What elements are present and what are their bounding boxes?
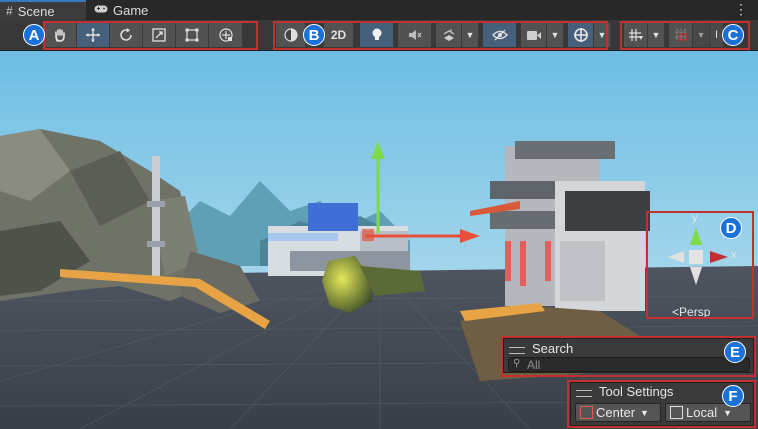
tab-game[interactable]: Game: [94, 0, 148, 20]
gizmos-dropdown[interactable]: ▼: [594, 23, 611, 47]
increment-snap-dropdown[interactable]: ▼: [693, 23, 710, 47]
scene-toolbar: 2D ▼ ▼ ▼ ▼ ▼ I: [0, 20, 758, 51]
gizmos-icon[interactable]: [568, 23, 594, 47]
callout-badge-b: B: [303, 24, 325, 46]
camera-icon[interactable]: [521, 23, 547, 47]
rect-icon[interactable]: [176, 23, 209, 47]
search-overlay: Search ⚲ All: [503, 338, 754, 373]
move-icon[interactable]: [77, 23, 110, 47]
scale-icon[interactable]: [143, 23, 176, 47]
grid-snap-dropdown[interactable]: ▼: [648, 23, 665, 47]
rotate-icon[interactable]: [110, 23, 143, 47]
pivot-rotation-dropdown[interactable]: Local ▼: [665, 403, 751, 422]
pivot-mode-label: Center: [596, 405, 636, 420]
callout-badge-e: E: [724, 341, 746, 363]
gamepad-icon: [94, 3, 108, 17]
tool-settings-title: Tool Settings: [599, 384, 674, 399]
effects-icon[interactable]: [436, 23, 462, 47]
callout-badge-c: C: [722, 24, 744, 46]
pivot-rotation-label: Local: [686, 405, 718, 420]
scene-viewport[interactable]: y x <Persp Search ⚲ All Tool Settings Ce…: [0, 51, 758, 429]
view-options-group: 2D ▼ ▼ ▼: [276, 23, 611, 47]
callout-badge-d: D: [720, 217, 742, 239]
more-vertical-icon[interactable]: ⋮: [734, 1, 748, 18]
tab-scene-label: Scene: [17, 3, 55, 19]
search-input[interactable]: ⚲ All: [508, 357, 750, 372]
search-icon: ⚲: [513, 358, 521, 369]
snap-options-group: ▼ ▼ I: [624, 23, 724, 47]
transform-icon[interactable]: [209, 23, 242, 47]
drag-handle-icon[interactable]: [509, 347, 525, 354]
light-bulb-icon[interactable]: [360, 23, 394, 47]
camera-dropdown[interactable]: ▼: [547, 23, 564, 47]
projection-toggle-icon: <: [672, 305, 680, 319]
shading-mode-icon[interactable]: [276, 23, 306, 47]
pivot-mode-dropdown[interactable]: Center ▼: [575, 403, 661, 422]
local-space-icon: [670, 406, 683, 419]
chevron-down-icon: ▼: [640, 407, 649, 418]
chevron-down-icon: ▼: [723, 407, 732, 418]
tab-game-label: Game: [113, 2, 149, 18]
tab-scene[interactable]: # Scene: [0, 0, 86, 20]
projection-label[interactable]: <Persp: [672, 305, 710, 319]
pivot-center-icon: [580, 406, 593, 419]
effects-dropdown[interactable]: ▼: [462, 23, 479, 47]
hand-icon[interactable]: [44, 23, 77, 47]
visibility-icon[interactable]: [483, 23, 517, 47]
mode-2d-button[interactable]: 2D: [324, 23, 354, 47]
callout-badge-f: F: [722, 385, 744, 407]
increment-snap-icon[interactable]: [669, 23, 693, 47]
search-overlay-title: Search: [532, 341, 574, 356]
audio-mute-icon[interactable]: [398, 23, 432, 47]
callout-badge-a: A: [23, 24, 45, 46]
grid-icon: #: [6, 4, 13, 18]
window-tab-bar: # Scene Game ⋮: [0, 0, 758, 21]
grid-snap-icon[interactable]: [624, 23, 648, 47]
drag-handle-icon[interactable]: [576, 390, 592, 397]
transform-tools-group: [44, 23, 242, 47]
search-placeholder: All: [527, 357, 541, 372]
